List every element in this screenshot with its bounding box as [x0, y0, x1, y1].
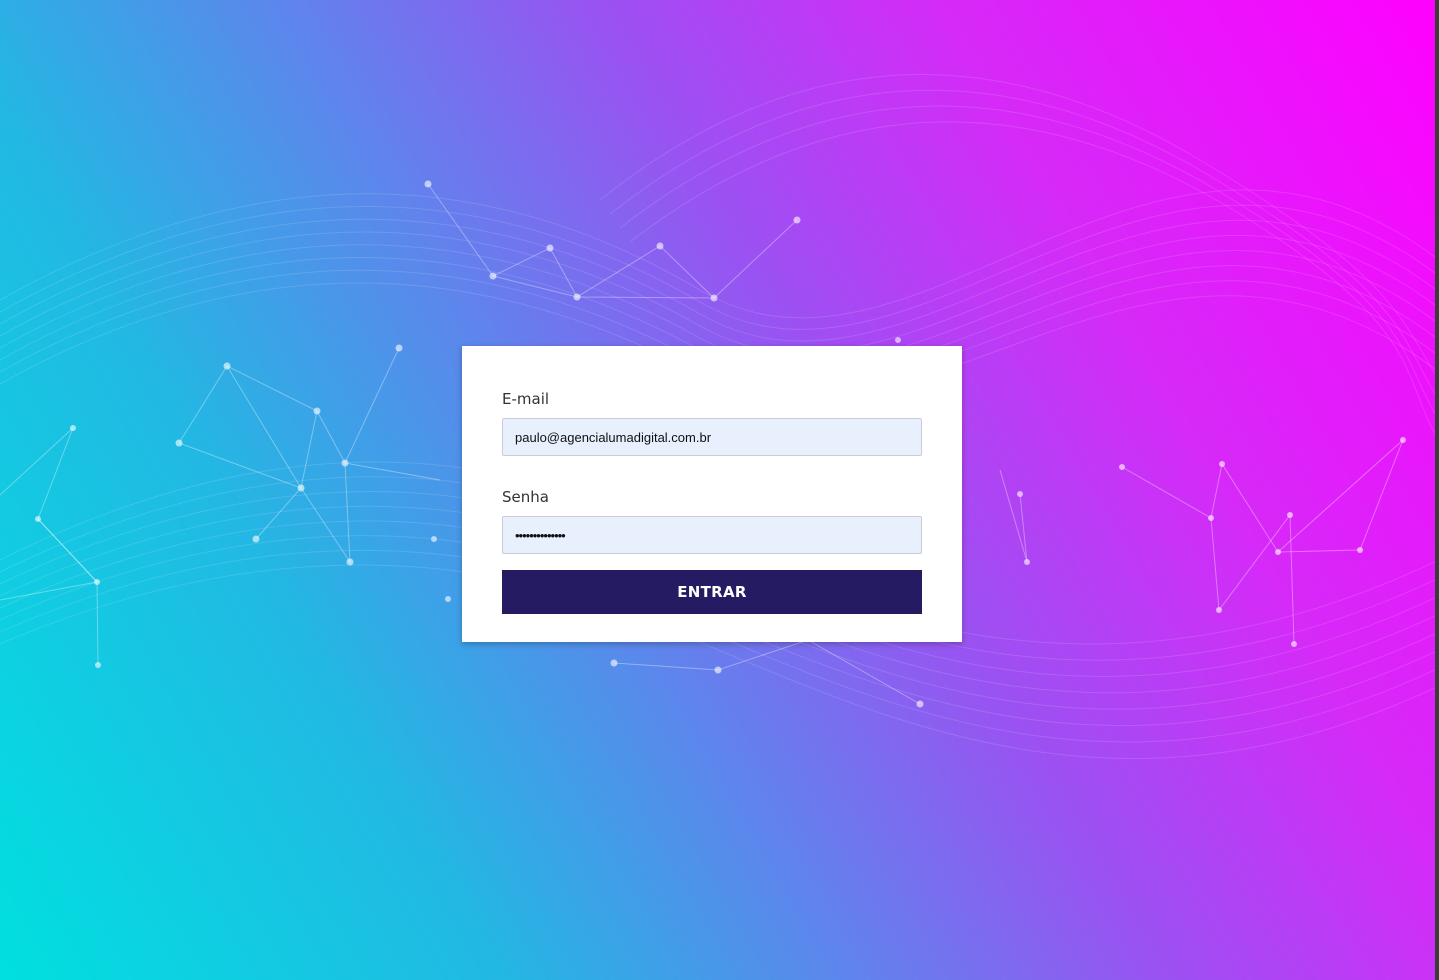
password-field[interactable] [502, 516, 922, 554]
login-card: E-mail Senha ENTRAR [462, 346, 962, 642]
email-label: E-mail [502, 390, 550, 408]
login-button[interactable]: ENTRAR [502, 570, 922, 614]
password-label: Senha [502, 488, 549, 506]
email-field[interactable] [502, 418, 922, 456]
field-spacer [502, 456, 922, 484]
window-right-border [1435, 0, 1439, 980]
button-spacer [502, 554, 922, 570]
